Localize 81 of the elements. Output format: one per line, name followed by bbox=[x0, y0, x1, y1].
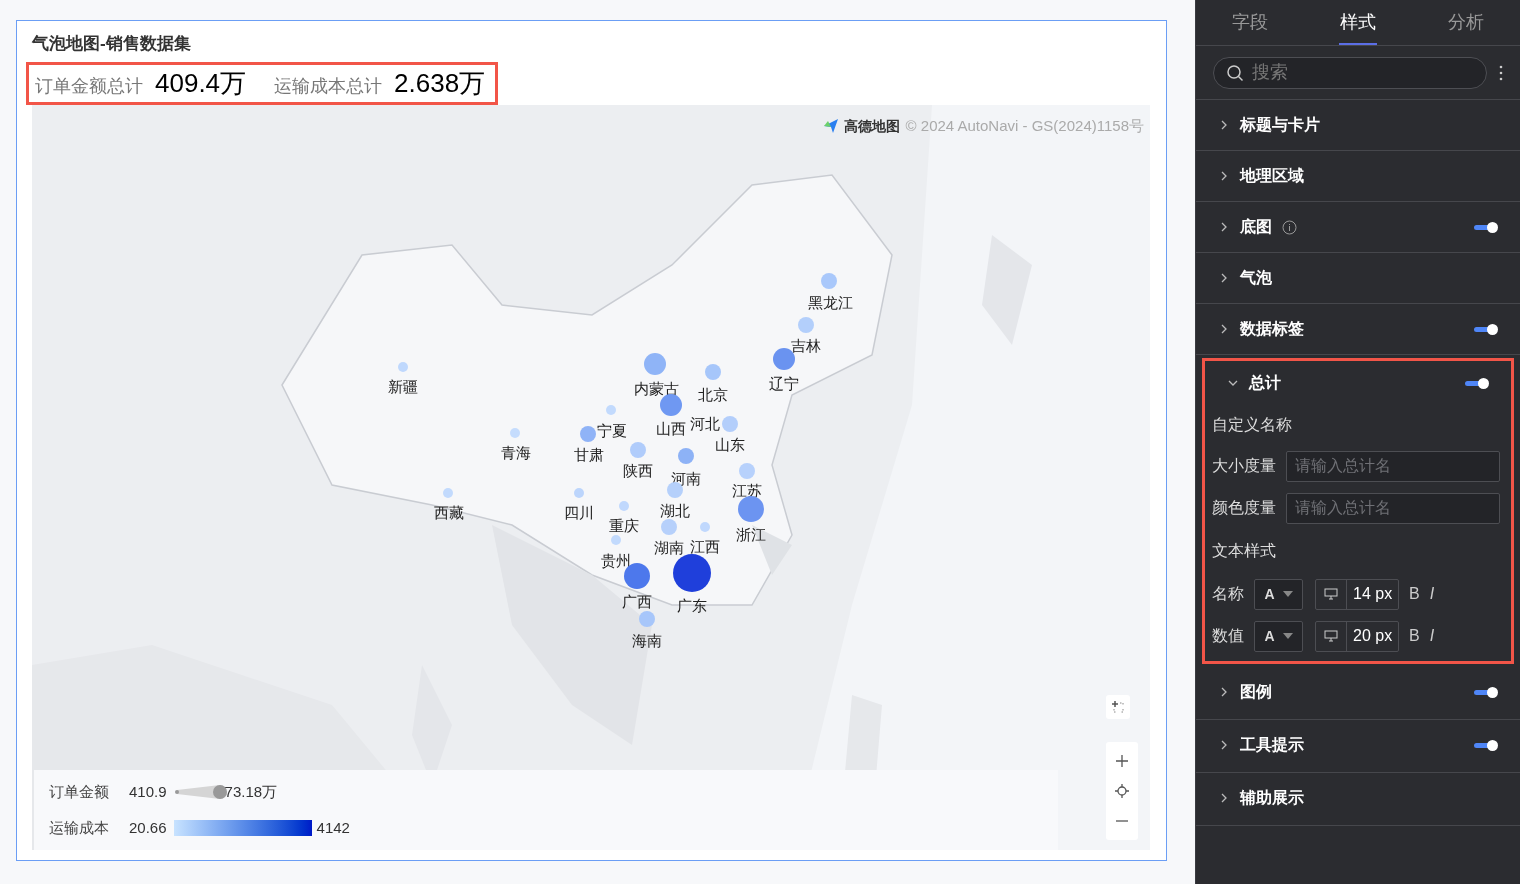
panel-tab[interactable]: 字段 bbox=[1196, 0, 1304, 45]
monitor-icon bbox=[1324, 630, 1338, 642]
section-header[interactable]: 标题与卡片 bbox=[1240, 113, 1320, 137]
chart-title: 气泡地图-销售数据集 bbox=[32, 33, 192, 55]
province-label: 湖北 bbox=[660, 502, 690, 520]
province-label: 贵州 bbox=[601, 552, 631, 570]
toggle-switch[interactable] bbox=[1474, 323, 1498, 335]
province-label: 河北 bbox=[690, 415, 720, 433]
font-size-field[interactable]: 20 px bbox=[1315, 620, 1399, 652]
font-size-field[interactable]: 14 px bbox=[1315, 578, 1399, 610]
input-field[interactable]: 请输入总计名 bbox=[1286, 450, 1500, 482]
province-label: 吉林 bbox=[791, 337, 821, 355]
field-label: 名称 bbox=[1212, 584, 1245, 604]
province-label: 西藏 bbox=[434, 504, 464, 522]
province-label: 宁夏 bbox=[597, 422, 627, 440]
section-header[interactable]: 地理区域 bbox=[1240, 164, 1304, 188]
province-label: 内蒙古 bbox=[633, 380, 679, 398]
locate-icon[interactable] bbox=[1114, 783, 1130, 799]
field-label: 文本样式 bbox=[1212, 541, 1277, 561]
arrow-logo-icon bbox=[821, 118, 840, 135]
toggle-switch[interactable] bbox=[1474, 686, 1498, 698]
section-header[interactable]: 辅助展示 bbox=[1240, 786, 1304, 810]
section-header[interactable]: 气泡 bbox=[1240, 266, 1272, 290]
legend-title: 运输成本 bbox=[49, 818, 110, 838]
toggle-switch[interactable] bbox=[1465, 377, 1489, 389]
province-label: 重庆 bbox=[609, 517, 639, 535]
total-label: 运输成本总计 bbox=[274, 75, 383, 98]
italic-button[interactable]: I bbox=[1429, 582, 1435, 606]
province-label: 四川 bbox=[564, 504, 594, 522]
province-label: 陕西 bbox=[623, 462, 653, 480]
total-value: 2.638万 bbox=[394, 67, 486, 100]
legend-min: 410.9 bbox=[129, 781, 167, 802]
map-logo-text: 高德地图 bbox=[843, 116, 900, 136]
search-field[interactable]: 搜索 bbox=[1213, 56, 1487, 89]
legend-max: 73.18万 bbox=[224, 781, 278, 802]
section-header[interactable]: 图例 bbox=[1240, 680, 1272, 704]
input-field[interactable]: 请输入总计名 bbox=[1286, 492, 1500, 524]
bold-button[interactable]: B bbox=[1409, 624, 1420, 648]
legend-min: 20.66 bbox=[129, 818, 167, 838]
province-label: 甘肃 bbox=[574, 446, 604, 464]
color-dropdown[interactable]: A bbox=[1254, 620, 1303, 652]
province-label: 黑龙江 bbox=[807, 294, 853, 312]
province-label: 新疆 bbox=[388, 378, 418, 396]
province-label: 山西 bbox=[656, 420, 686, 438]
toggle-switch[interactable] bbox=[1474, 739, 1498, 751]
total-label: 订单金额总计 bbox=[35, 75, 143, 98]
province-label: 海南 bbox=[632, 632, 662, 650]
province-label: 辽宁 bbox=[769, 375, 799, 393]
province-label: 北京 bbox=[698, 386, 728, 404]
section-header[interactable]: 底图 bbox=[1240, 215, 1272, 239]
legend-max: 4142 bbox=[316, 818, 350, 838]
province-label: 江西 bbox=[690, 538, 720, 556]
province-label: 浙江 bbox=[736, 526, 766, 544]
section-header[interactable]: 工具提示 bbox=[1240, 733, 1304, 757]
province-label: 广西 bbox=[622, 593, 652, 611]
total-value: 409.4万 bbox=[155, 67, 247, 100]
panel-tab[interactable]: 样式 bbox=[1304, 0, 1412, 45]
province-label: 广东 bbox=[677, 597, 707, 615]
province-label: 青海 bbox=[501, 444, 531, 462]
more-icon[interactable] bbox=[1499, 64, 1503, 81]
province-label: 山东 bbox=[715, 436, 745, 454]
zoom-in-icon[interactable] bbox=[1114, 753, 1130, 769]
map-attribution: © 2024 AutoNavi - GS(2024)1158号 bbox=[905, 116, 1144, 136]
field-label: 数值 bbox=[1212, 626, 1245, 646]
legend-title: 订单金额 bbox=[49, 781, 110, 802]
field-label: 自定义名称 bbox=[1212, 415, 1293, 435]
search-icon bbox=[1226, 63, 1244, 82]
caret-down-icon bbox=[1282, 633, 1293, 639]
field-label: 颜色度量 bbox=[1212, 498, 1276, 518]
italic-button[interactable]: I bbox=[1429, 624, 1435, 648]
color-dropdown[interactable]: A bbox=[1254, 578, 1303, 610]
section-header[interactable]: 数据标签 bbox=[1240, 317, 1304, 341]
fullscreen-icon[interactable] bbox=[1110, 699, 1126, 715]
caret-down-icon bbox=[1282, 591, 1293, 597]
toggle-switch[interactable] bbox=[1474, 221, 1498, 233]
panel-tab[interactable]: 分析 bbox=[1412, 0, 1520, 45]
bold-button[interactable]: B bbox=[1409, 582, 1420, 606]
field-label: 大小度量 bbox=[1212, 456, 1276, 476]
section-header[interactable]: 总计 bbox=[1249, 371, 1281, 395]
province-label: 湖南 bbox=[654, 539, 684, 557]
monitor-icon bbox=[1324, 588, 1338, 600]
